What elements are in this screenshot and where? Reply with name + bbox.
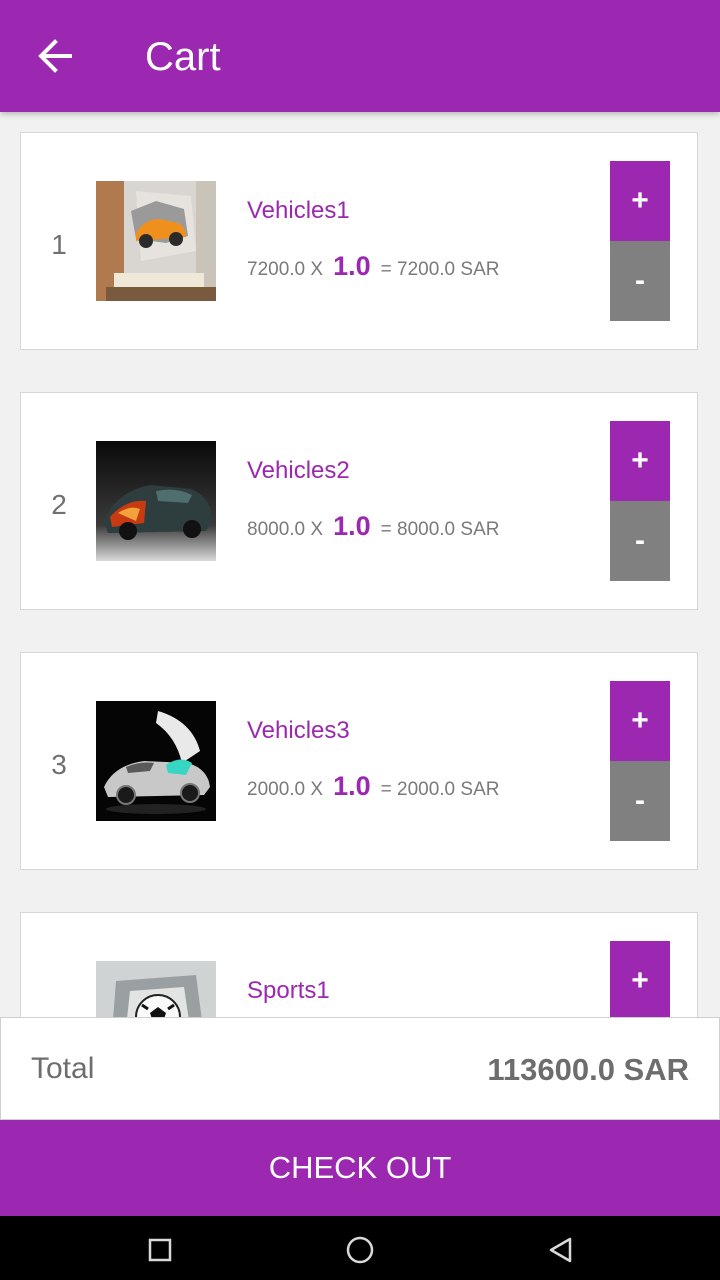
recents-button[interactable]: [140, 1230, 180, 1270]
product-image[interactable]: [96, 961, 216, 1018]
system-back-button[interactable]: [540, 1230, 580, 1270]
unit-price: 8000.0 X: [247, 519, 324, 540]
product-name[interactable]: Vehicles1: [247, 197, 350, 225]
arrow-left-icon: [38, 39, 72, 73]
increase-quantity-button[interactable]: +: [610, 941, 670, 1018]
product-image[interactable]: [96, 441, 216, 561]
unit-price: 2000.0 X: [247, 779, 324, 800]
product-name[interactable]: Vehicles3: [247, 717, 350, 745]
item-index: 1: [51, 229, 67, 260]
line-total: = 8000.0 SAR: [380, 519, 500, 540]
decrease-quantity-button[interactable]: -: [610, 241, 670, 321]
recents-square-icon: [148, 1238, 172, 1262]
unit-price: 7200.0 X: [247, 259, 324, 280]
product-name[interactable]: Sports1: [247, 977, 330, 1005]
price-line: 7200.0 X 1.0 = 7200.0 SAR: [247, 251, 499, 285]
cart-list[interactable]: 1 Vehicles1 7200.0 X 1.0 = 7200.0 SAR + …: [0, 112, 720, 1018]
checkout-label: CHECK OUT: [268, 1150, 452, 1185]
product-name[interactable]: Vehicles2: [247, 457, 350, 485]
checkout-button[interactable]: CHECK OUT: [0, 1120, 720, 1216]
back-button[interactable]: [28, 30, 84, 82]
app-bar: Cart: [0, 0, 720, 112]
home-button[interactable]: [340, 1230, 380, 1270]
item-index: 2: [51, 489, 67, 520]
line-total: = 2000.0 SAR: [380, 779, 500, 800]
total-bar: Total 113600.0 SAR: [0, 1017, 720, 1120]
increase-quantity-button[interactable]: +: [610, 161, 670, 241]
quantity: 1.0: [333, 511, 371, 541]
cart-item: 3 Vehicles3 2000.0 X 1.0 = 2000.0 SAR + …: [20, 652, 698, 870]
item-index: 3: [51, 749, 67, 780]
silver-sports-car-image: [96, 701, 216, 821]
line-total: = 7200.0 SAR: [380, 259, 500, 280]
soccer-ball-wall-image: [96, 961, 216, 1018]
decrease-quantity-button[interactable]: -: [610, 501, 670, 581]
quantity: 1.0: [333, 251, 371, 281]
total-label: Total: [31, 1052, 95, 1085]
total-value: 113600.0 SAR: [487, 1052, 689, 1087]
increase-quantity-button[interactable]: +: [610, 421, 670, 501]
price-line: 2000.0 X 1.0 = 2000.0 SAR: [247, 771, 499, 805]
page-title: Cart: [145, 35, 221, 79]
cart-item: 2 Vehicles2 8000.0 X 1.0 = 8000.0 SAR + …: [20, 392, 698, 610]
decrease-quantity-button[interactable]: -: [610, 761, 670, 841]
home-circle-icon: [346, 1236, 374, 1264]
system-nav-bar: [0, 1216, 720, 1280]
product-image[interactable]: [96, 181, 216, 301]
price-line: 8000.0 X 1.0 = 8000.0 SAR: [247, 511, 499, 545]
dark-sports-car-image: [96, 441, 216, 561]
cart-item: Sports1 +: [20, 912, 698, 1018]
increase-quantity-button[interactable]: +: [610, 681, 670, 761]
quantity: 1.0: [333, 771, 371, 801]
product-image[interactable]: [96, 701, 216, 821]
orange-car-wall-mural-image: [96, 181, 216, 301]
cart-item: 1 Vehicles1 7200.0 X 1.0 = 7200.0 SAR + …: [20, 132, 698, 350]
back-triangle-icon: [549, 1237, 572, 1263]
